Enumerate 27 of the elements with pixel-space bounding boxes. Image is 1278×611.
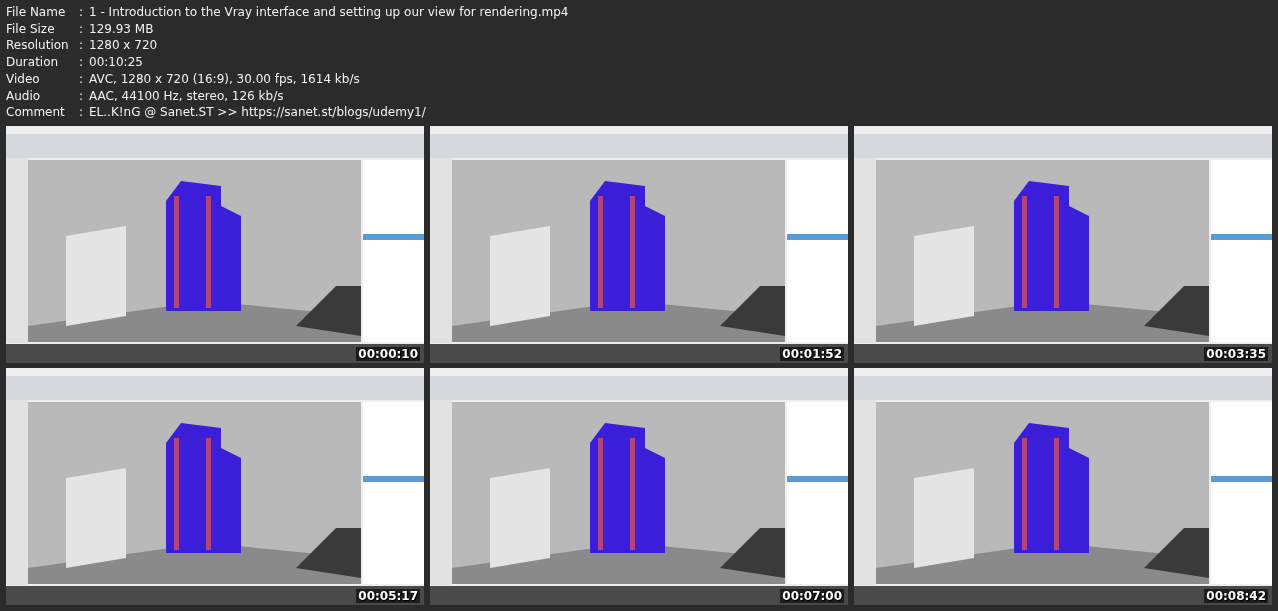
timestamp: 00:07:00 — [780, 589, 844, 603]
timestamp: 00:03:35 — [1204, 347, 1268, 361]
separator-colon: : — [79, 54, 85, 71]
info-value: 1280 x 720 — [89, 37, 159, 55]
timestamp: 00:01:52 — [780, 347, 844, 361]
info-label: Comment — [6, 104, 66, 121]
timestamp: 00:00:10 — [356, 347, 420, 361]
separator-colon: : — [79, 87, 85, 105]
separator-colon: : — [79, 104, 85, 121]
info-label: Audio — [6, 87, 42, 105]
info-value: AVC, 1280 x 720 (16:9), 30.00 fps, 1614 kb/s — [89, 70, 361, 88]
info-value: 00:10:25 — [89, 54, 144, 71]
info-label: Video — [6, 70, 41, 88]
separator-colon: : — [79, 70, 85, 88]
timestamp: 00:08:42 — [1204, 589, 1268, 603]
separator-colon: : — [79, 20, 85, 38]
separator-colon: : — [79, 4, 85, 21]
separator-colon: : — [79, 37, 85, 55]
info-label: Duration — [6, 54, 60, 71]
timestamp: 00:05:17 — [356, 589, 420, 603]
info-value: 1 - Introduction to the Vray interface and setting up our view for rendering.mp4 — [89, 4, 569, 21]
info-label: Resolution — [6, 37, 70, 55]
info-label: File Name — [6, 4, 67, 21]
info-value: AAC, 44100 Hz, stereo, 126 kb/s — [89, 87, 285, 105]
info-label: File Size — [6, 20, 56, 38]
info-value: 129.93 MB — [89, 20, 155, 38]
info-value: EL..K!nG @ Sanet.ST >> https://sanet.st/blogs/udemy1/ — [89, 104, 427, 121]
